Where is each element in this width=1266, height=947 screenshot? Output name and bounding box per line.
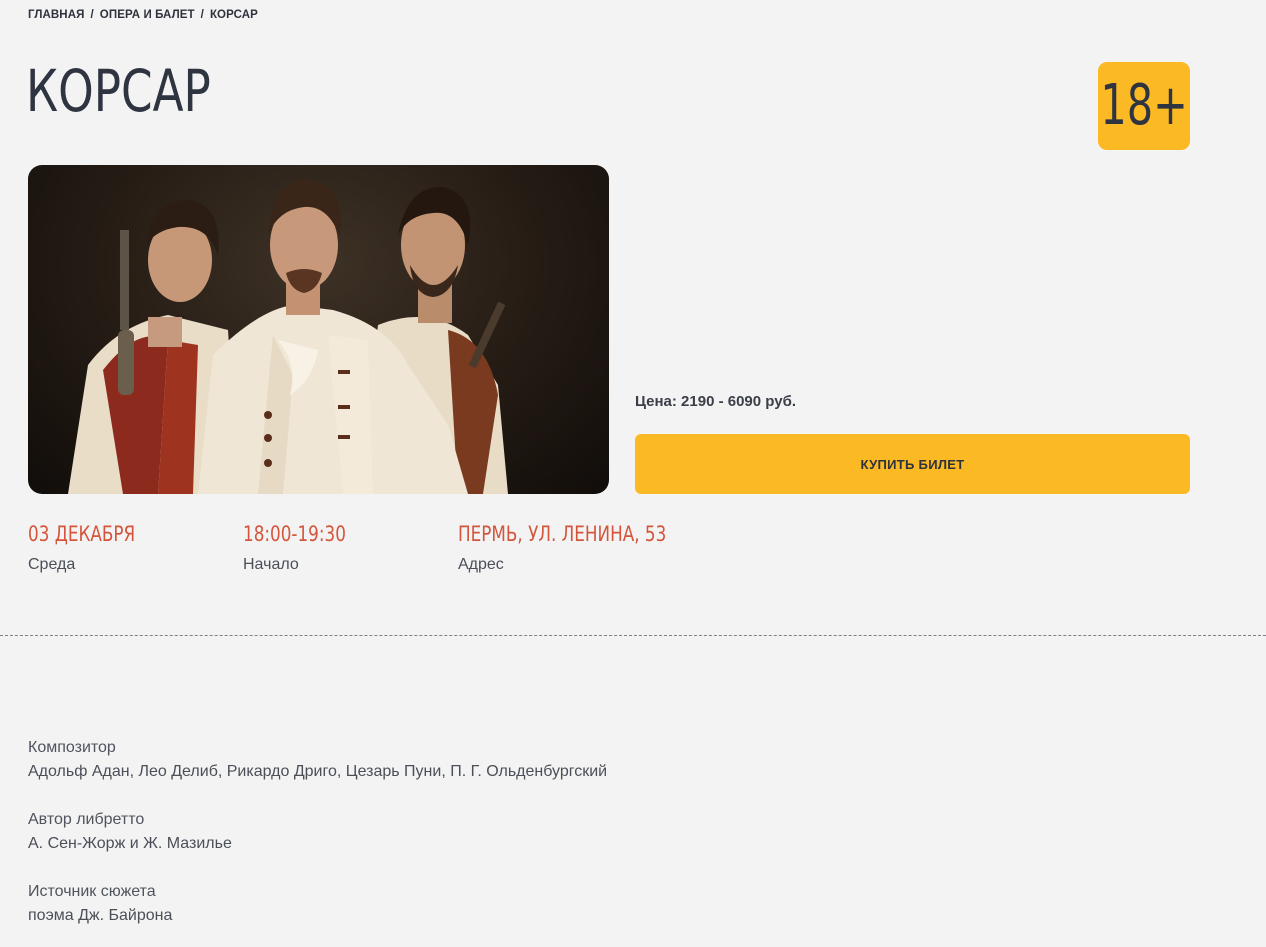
breadcrumb-current: КОРСАР [209, 9, 258, 21]
source-block: Источник сюжета поэма Дж. Байрона [28, 880, 172, 928]
page-title: КОРСАР [26, 57, 211, 125]
event-address-value: ПЕРМЬ, УЛ. ЛЕНИНА, 53 [458, 522, 667, 546]
event-date-value: 03 ДЕКАБРЯ [28, 522, 136, 546]
librettist-label: Автор либретто [28, 811, 145, 828]
event-time: 18:00-19:30 Начало [243, 521, 372, 574]
event-address: ПЕРМЬ, УЛ. ЛЕНИНА, 53 Адрес [458, 521, 718, 574]
composer-block: Композитор Адольф Адан, Лео Делиб, Рикар… [28, 736, 607, 784]
composer-label: Композитор [28, 739, 116, 756]
poster-illustration [68, 179, 508, 494]
breadcrumb-separator: / [90, 9, 94, 21]
event-date-label: Среда [28, 556, 76, 573]
age-rating-badge: 18+ [1098, 62, 1190, 150]
event-time-label: Начало [243, 556, 299, 573]
price-text: Цена: 2190 - 6090 руб. [635, 393, 797, 410]
breadcrumb-separator: / [200, 9, 204, 21]
event-poster-image [28, 165, 609, 494]
event-time-value: 18:00-19:30 [243, 522, 346, 546]
event-date: 03 ДЕКАБРЯ Среда [28, 521, 162, 574]
composer-value: Адольф Адан, Лео Делиб, Рикардо Дриго, Ц… [28, 763, 608, 780]
buy-ticket-button[interactable]: КУПИТЬ БИЛЕТ [635, 434, 1190, 494]
age-rating-text: 18+ [1100, 73, 1188, 138]
librettist-block: Автор либретто А. Сен-Жорж и Ж. Мазилье [28, 808, 232, 856]
librettist-value: А. Сен-Жорж и Ж. Мазилье [28, 835, 232, 852]
event-address-label: Адрес [458, 556, 504, 573]
breadcrumb-opera-ballet[interactable]: ОПЕРА И БАЛЕТ [100, 9, 195, 21]
section-divider [0, 635, 1266, 636]
breadcrumb: ГЛАВНАЯ / ОПЕРА И БАЛЕТ / КОРСАР [28, 9, 258, 21]
breadcrumb-home[interactable]: ГЛАВНАЯ [28, 9, 85, 21]
source-label: Источник сюжета [28, 883, 156, 900]
source-value: поэма Дж. Байрона [28, 907, 173, 924]
